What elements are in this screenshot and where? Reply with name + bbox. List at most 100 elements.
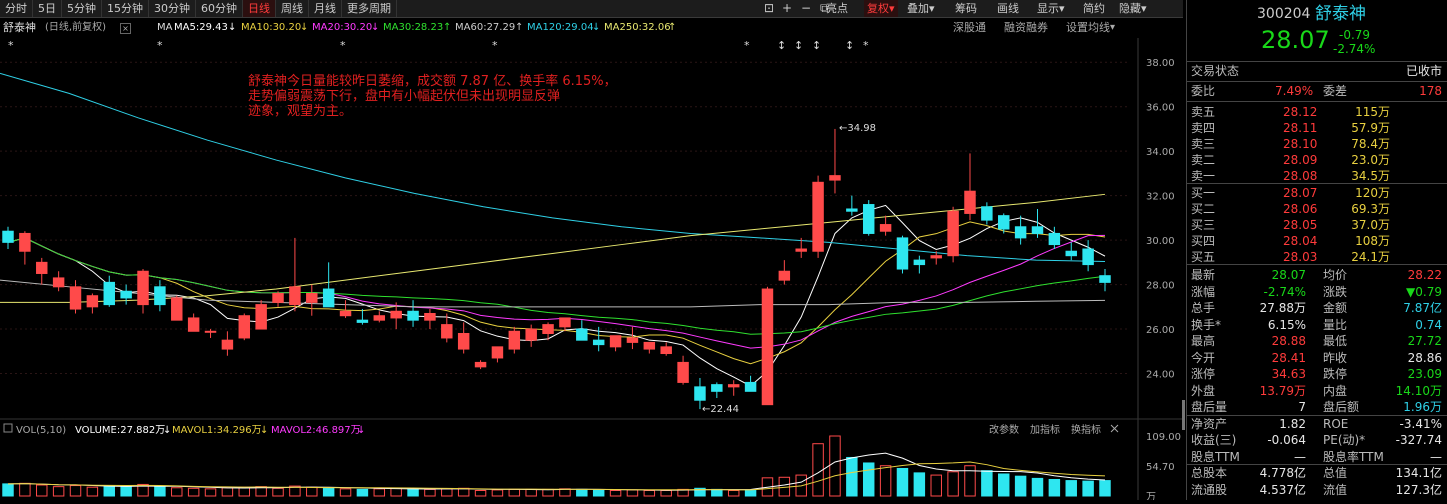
book-price: 28.10	[1283, 137, 1318, 151]
candle[interactable]	[255, 300, 267, 330]
candle[interactable]	[407, 300, 419, 327]
candle[interactable]	[1065, 242, 1077, 261]
period-tab-0[interactable]: 分时	[0, 0, 33, 17]
event-marker-icon[interactable]: ↕	[794, 39, 803, 52]
candle[interactable]	[525, 324, 537, 347]
candle[interactable]	[322, 262, 335, 308]
tool-1[interactable]: 复权▾	[864, 0, 898, 17]
candle[interactable]	[2, 226, 14, 250]
tool-7[interactable]: 隐藏▾	[1119, 0, 1147, 17]
candle[interactable]	[609, 335, 622, 352]
scroll-handle[interactable]	[1182, 400, 1185, 430]
candle[interactable]	[86, 293, 99, 314]
candle[interactable]	[339, 300, 352, 318]
candle[interactable]	[862, 200, 875, 236]
candle[interactable]	[171, 295, 183, 321]
candle[interactable]	[238, 313, 251, 341]
price-change-pct: -2.74%	[1333, 42, 1376, 56]
candle[interactable]	[457, 322, 470, 354]
link-add-indicator[interactable]: 加指标	[1030, 423, 1060, 436]
window-icon[interactable]: ⊡	[764, 0, 774, 17]
candle[interactable]	[187, 313, 200, 332]
period-tab-5[interactable]: 60分钟	[196, 0, 243, 17]
candle[interactable]	[69, 280, 82, 314]
candle[interactable]	[120, 284, 132, 305]
candle[interactable]	[677, 355, 689, 385]
link-ma-settings[interactable]: 设置均线	[1066, 18, 1110, 38]
link-hk-connect[interactable]: 深股通	[953, 18, 986, 38]
event-marker-icon[interactable]: *	[744, 39, 750, 52]
candle[interactable]	[19, 231, 31, 265]
candle[interactable]	[221, 331, 234, 356]
candle[interactable]	[306, 284, 318, 316]
candle[interactable]	[896, 235, 909, 274]
candle[interactable]	[947, 206, 959, 263]
period-tab-9[interactable]: 更多周期	[342, 0, 397, 17]
candle[interactable]	[576, 320, 588, 341]
candle[interactable]	[626, 326, 639, 350]
link-edit-params[interactable]: 改参数	[989, 423, 1019, 436]
event-marker-icon[interactable]: ↕	[845, 39, 854, 52]
candle[interactable]	[508, 326, 521, 354]
candle[interactable]	[1031, 208, 1044, 238]
period-tab-7[interactable]: 周线	[276, 0, 309, 17]
candle[interactable]	[812, 175, 824, 258]
candle[interactable]	[829, 128, 841, 194]
candle[interactable]	[879, 215, 892, 236]
candle[interactable]	[727, 380, 740, 396]
candle[interactable]	[36, 257, 48, 285]
tool-5[interactable]: 显示▾	[1037, 0, 1065, 17]
candle[interactable]	[913, 255, 926, 274]
link-margin-trading[interactable]: 融资融券	[1004, 18, 1048, 38]
event-marker-icon[interactable]: ↕	[812, 39, 821, 52]
candle[interactable]	[998, 213, 1010, 234]
candle[interactable]	[272, 291, 284, 307]
chevron-down-icon[interactable]: ▾	[1110, 18, 1115, 38]
candle[interactable]	[356, 309, 369, 325]
settings-icon[interactable]	[3, 423, 13, 433]
candle[interactable]	[1082, 240, 1094, 272]
candle[interactable]	[289, 237, 301, 312]
tool-6[interactable]: 简约	[1083, 0, 1105, 17]
event-marker-icon[interactable]: *	[8, 39, 14, 52]
tool-2[interactable]: 叠加▾	[907, 0, 935, 17]
candle[interactable]	[474, 360, 487, 370]
period-tab-1[interactable]: 5日	[33, 0, 62, 17]
candle[interactable]	[491, 346, 504, 363]
candle[interactable]	[204, 329, 217, 338]
candle[interactable]	[542, 322, 554, 341]
candle[interactable]	[103, 275, 115, 307]
event-marker-icon[interactable]: *	[157, 39, 163, 52]
period-tab-2[interactable]: 5分钟	[62, 0, 102, 17]
event-marker-icon[interactable]: *	[340, 39, 346, 52]
candle[interactable]	[711, 382, 723, 398]
period-tab-3[interactable]: 15分钟	[102, 0, 149, 17]
event-marker-icon[interactable]: *	[863, 39, 869, 52]
zoom-out-icon[interactable]: −	[801, 0, 811, 17]
candle[interactable]	[981, 202, 993, 225]
candle[interactable]	[52, 271, 65, 292]
candle[interactable]	[964, 153, 976, 221]
tool-3[interactable]: 筹码	[955, 0, 977, 17]
candle[interactable]	[137, 269, 149, 314]
tool-4[interactable]: 画线	[997, 0, 1019, 17]
settings-icon[interactable]: ×	[120, 23, 131, 34]
candle[interactable]	[744, 375, 757, 392]
candle[interactable]	[778, 260, 791, 285]
candle[interactable]	[660, 342, 672, 356]
down-arrow-icon: ↓	[371, 22, 380, 33]
candle[interactable]	[761, 286, 774, 406]
candle[interactable]	[373, 311, 386, 323]
candle[interactable]	[1099, 269, 1111, 292]
period-tab-6[interactable]: 日线	[243, 0, 276, 17]
event-marker-icon[interactable]: ↕	[777, 39, 786, 52]
candle[interactable]	[424, 309, 436, 330]
zoom-in-icon[interactable]: +	[782, 0, 792, 17]
period-tab-8[interactable]: 月线	[309, 0, 342, 17]
candle[interactable]	[846, 195, 858, 216]
link-switch-indicator[interactable]: 换指标	[1071, 423, 1101, 436]
period-tab-4[interactable]: 30分钟	[149, 0, 196, 17]
event-marker-icon[interactable]: *	[492, 39, 498, 52]
candle[interactable]	[643, 341, 656, 354]
tool-0[interactable]: 亮点	[826, 0, 848, 17]
